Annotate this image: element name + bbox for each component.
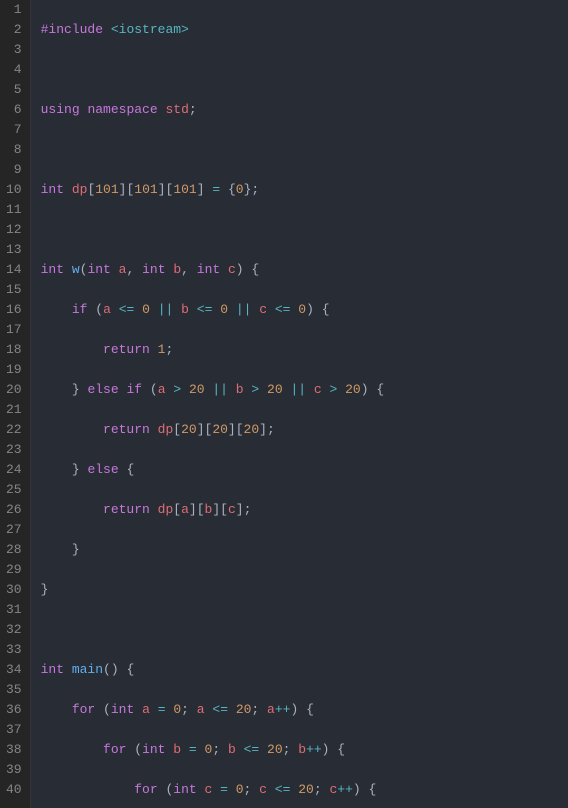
function-name: w: [72, 262, 80, 277]
line-number: 7: [6, 120, 22, 140]
line-number: 22: [6, 420, 22, 440]
line-number: 38: [6, 740, 22, 760]
code-line[interactable]: for (int b = 0; b <= 20; b++) {: [41, 740, 568, 760]
line-number: 3: [6, 40, 22, 60]
include-target: <iostream>: [111, 22, 189, 37]
line-number: 14: [6, 260, 22, 280]
line-number: 4: [6, 60, 22, 80]
code-line[interactable]: int main() {: [41, 660, 568, 680]
line-number: 31: [6, 600, 22, 620]
code-line[interactable]: return dp[a][b][c];: [41, 500, 568, 520]
punct: ;: [189, 102, 197, 117]
line-number: 39: [6, 760, 22, 780]
line-number: 23: [6, 440, 22, 460]
line-number: 17: [6, 320, 22, 340]
line-number: 16: [6, 300, 22, 320]
line-number: 33: [6, 640, 22, 660]
directive: #include: [41, 22, 103, 37]
code-line[interactable]: int w(int a, int b, int c) {: [41, 260, 568, 280]
line-number: 26: [6, 500, 22, 520]
line-number: 1: [6, 0, 22, 20]
code-line[interactable]: }: [41, 540, 568, 560]
code-line[interactable]: if (a <= 0 || b <= 0 || c <= 0) {: [41, 300, 568, 320]
line-number: 13: [6, 240, 22, 260]
code-line[interactable]: for (int a = 0; a <= 20; a++) {: [41, 700, 568, 720]
function-name: main: [72, 662, 103, 677]
line-number: 35: [6, 680, 22, 700]
code-line[interactable]: } else {: [41, 460, 568, 480]
line-number: 18: [6, 340, 22, 360]
code-line[interactable]: [41, 220, 568, 240]
line-number: 2: [6, 20, 22, 40]
line-number: 10: [6, 180, 22, 200]
line-number: 34: [6, 660, 22, 680]
line-number: 32: [6, 620, 22, 640]
line-number: 27: [6, 520, 22, 540]
identifier: std: [165, 102, 188, 117]
line-number: 28: [6, 540, 22, 560]
line-number: 19: [6, 360, 22, 380]
line-number: 25: [6, 480, 22, 500]
code-line[interactable]: [41, 140, 568, 160]
code-line[interactable]: for (int c = 0; c <= 20; c++) {: [41, 780, 568, 800]
line-number: 36: [6, 700, 22, 720]
line-number: 37: [6, 720, 22, 740]
code-line[interactable]: } else if (a > 20 || b > 20 || c > 20) {: [41, 380, 568, 400]
code-line[interactable]: int dp[101][101][101] = {0};: [41, 180, 568, 200]
code-line[interactable]: return dp[20][20][20];: [41, 420, 568, 440]
keyword: using: [41, 102, 80, 117]
line-number: 6: [6, 100, 22, 120]
line-number: 15: [6, 280, 22, 300]
code-editor[interactable]: #include <iostream> using namespace std;…: [31, 0, 568, 808]
code-line[interactable]: }: [41, 580, 568, 600]
line-number: 8: [6, 140, 22, 160]
line-number: 5: [6, 80, 22, 100]
code-line[interactable]: [41, 60, 568, 80]
line-number: 9: [6, 160, 22, 180]
line-number: 40: [6, 780, 22, 800]
line-number-gutter: 1 2 3 4 5 6 7 8 9 10 11 12 13 14 15 16 1…: [0, 0, 31, 808]
identifier: dp: [72, 182, 88, 197]
number: 101: [95, 182, 118, 197]
line-number: 20: [6, 380, 22, 400]
line-number: 24: [6, 460, 22, 480]
code-line[interactable]: [41, 620, 568, 640]
code-line[interactable]: #include <iostream>: [41, 20, 568, 40]
line-number: 29: [6, 560, 22, 580]
code-line[interactable]: using namespace std;: [41, 100, 568, 120]
code-line[interactable]: return 1;: [41, 340, 568, 360]
keyword: namespace: [87, 102, 157, 117]
type: int: [41, 182, 64, 197]
line-number: 11: [6, 200, 22, 220]
line-number: 30: [6, 580, 22, 600]
line-number: 12: [6, 220, 22, 240]
line-number: 21: [6, 400, 22, 420]
